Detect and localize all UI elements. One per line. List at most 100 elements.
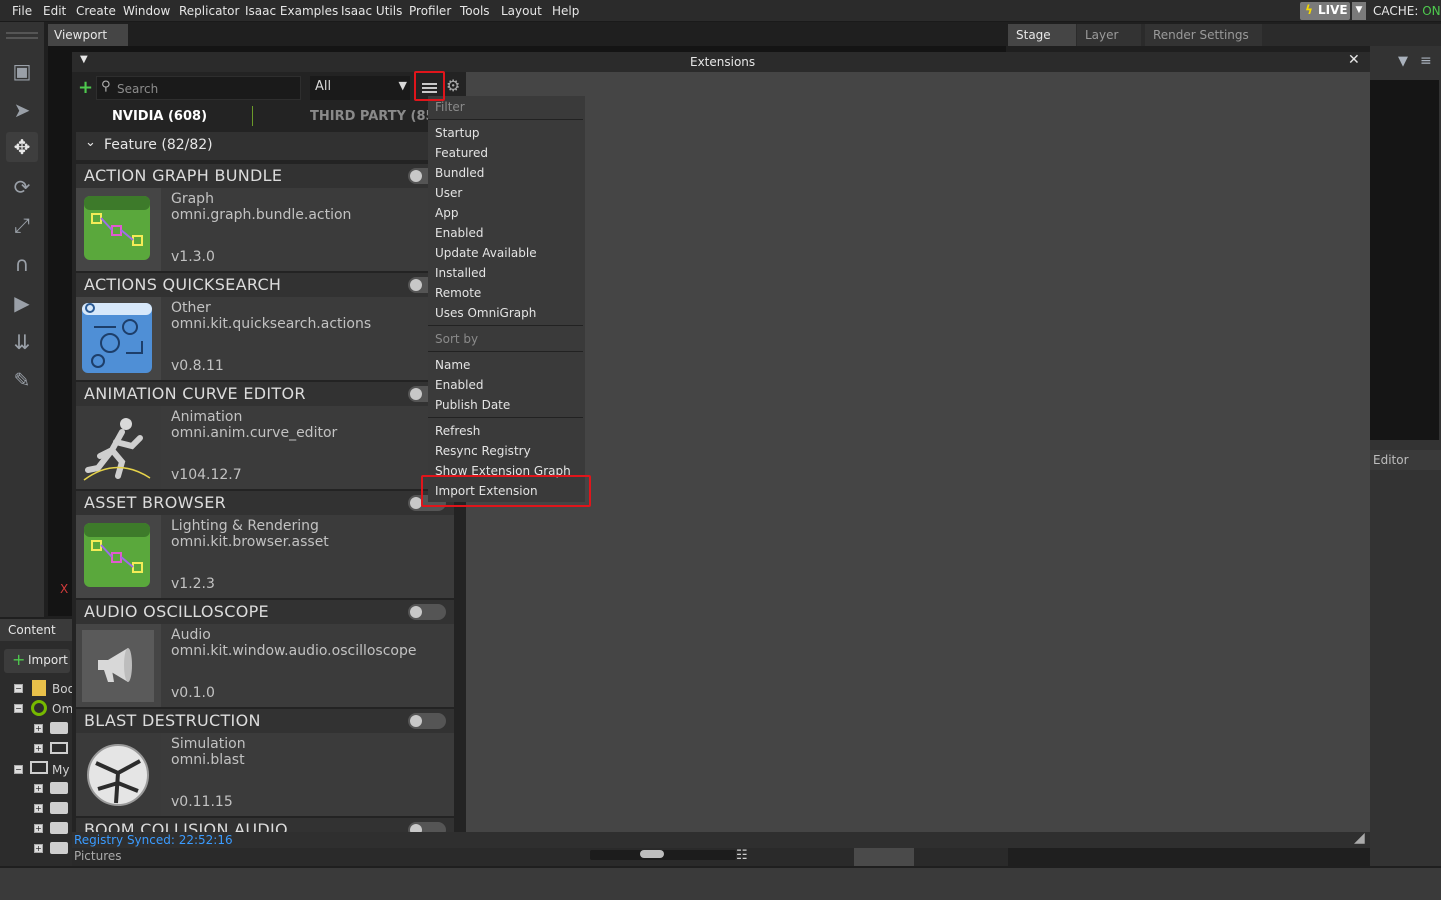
- resize-grip-icon[interactable]: ◢: [1354, 830, 1365, 846]
- scale-icon[interactable]: ⤢: [6, 210, 38, 240]
- collapse-toggle[interactable]: −: [14, 684, 23, 693]
- extension-card-boom-collision-audio[interactable]: BOOM COLLISION AUDIO: [76, 818, 454, 832]
- extension-card-blast-destruction[interactable]: BLAST DESTRUCTION Simulation omni.blast …: [76, 709, 454, 816]
- tab-nvidia[interactable]: NVIDIA (608): [112, 109, 207, 124]
- extension-card-animation-curve-editor[interactable]: ANIMATION CURVE EDITOR Animation omni.an…: [76, 382, 454, 489]
- feature-section-header[interactable]: ⌄ Feature (82/82): [76, 132, 466, 160]
- extension-version: v1.3.0: [171, 249, 215, 265]
- move-icon[interactable]: ✥: [6, 132, 38, 162]
- expand-toggle[interactable]: +: [34, 844, 43, 853]
- add-extension-button[interactable]: +: [78, 77, 93, 98]
- close-icon[interactable]: ✕: [1348, 52, 1360, 68]
- expand-toggle[interactable]: +: [34, 724, 43, 733]
- enable-toggle[interactable]: [408, 822, 446, 832]
- filter-select[interactable]: All ▼: [310, 76, 410, 100]
- import-label: Import: [28, 653, 68, 667]
- menu-window[interactable]: Window: [123, 4, 170, 18]
- menu-profiler[interactable]: Profiler: [409, 4, 451, 18]
- menu-edit[interactable]: Edit: [43, 4, 66, 18]
- select-mode-icon[interactable]: ▣: [6, 56, 38, 86]
- extension-package: omni.blast: [171, 752, 245, 768]
- expand-toggle[interactable]: +: [34, 824, 43, 833]
- select-arrow-icon[interactable]: ➤: [6, 95, 38, 125]
- menu-isaac-examples[interactable]: Isaac Examples: [245, 4, 338, 18]
- paint-brush-icon[interactable]: ✎: [6, 365, 38, 395]
- bookmark-icon: [32, 680, 46, 696]
- menu-item-refresh[interactable]: Refresh: [435, 424, 480, 438]
- search-input[interactable]: ⚲ Search: [96, 76, 301, 100]
- drive-icon: [50, 842, 68, 854]
- menu-item-update-available[interactable]: Update Available: [435, 246, 537, 260]
- hamburger-menu-icon[interactable]: ≡: [1420, 53, 1432, 69]
- menu-item-sort-name[interactable]: Name: [435, 358, 470, 372]
- expand-toggle[interactable]: +: [34, 804, 43, 813]
- menu-item-uses-omnigraph[interactable]: Uses OmniGraph: [435, 306, 536, 320]
- extension-card-audio-oscilloscope[interactable]: AUDIO OSCILLOSCOPE Audio omni.kit.window…: [76, 600, 454, 707]
- filter-select-value: All: [315, 79, 332, 94]
- tree-item-pictures[interactable]: Pictures: [74, 849, 122, 863]
- tab-render-settings[interactable]: Render Settings: [1145, 24, 1262, 46]
- menu-help[interactable]: Help: [552, 4, 579, 18]
- tab-content[interactable]: Content: [0, 619, 72, 641]
- extension-card-asset-browser[interactable]: ASSET BROWSER Lighting & Rendering omni.…: [76, 491, 454, 598]
- extension-package: omni.kit.quicksearch.actions: [171, 316, 372, 332]
- tab-layer[interactable]: Layer: [1077, 24, 1141, 46]
- menu-item-resync-registry[interactable]: Resync Registry: [435, 444, 531, 458]
- extension-card-actions-quicksearch[interactable]: ACTIONS QUICKSEARCH Other omni.kit.quick…: [76, 273, 454, 380]
- extension-name: ACTIONS QUICKSEARCH: [76, 273, 454, 297]
- expand-toggle[interactable]: +: [34, 744, 43, 753]
- menu-create[interactable]: Create: [76, 4, 116, 18]
- menu-tools[interactable]: Tools: [460, 4, 490, 18]
- menu-bar: File Edit Create Window Replicator Isaac…: [0, 0, 1441, 22]
- menu-item-enabled[interactable]: Enabled: [435, 226, 484, 240]
- collapse-toggle[interactable]: −: [14, 765, 23, 774]
- cache-status[interactable]: CACHE: ON: [1373, 4, 1441, 18]
- import-button[interactable]: + Import: [4, 649, 70, 673]
- search-icon: ⚲: [101, 79, 111, 94]
- enable-toggle[interactable]: [408, 713, 446, 729]
- collapse-toggle[interactable]: −: [14, 704, 23, 713]
- tree-item-my-computer[interactable]: My: [52, 763, 69, 777]
- grid-view-icon[interactable]: ☷: [736, 848, 748, 863]
- menu-item-startup[interactable]: Startup: [435, 126, 480, 140]
- slider-handle[interactable]: [640, 850, 664, 858]
- menu-item-sort-publish-date[interactable]: Publish Date: [435, 398, 510, 412]
- editor-tab[interactable]: Editor: [1370, 450, 1441, 470]
- menu-item-user[interactable]: User: [435, 186, 462, 200]
- extension-card-action-graph-bundle[interactable]: ACTION GRAPH BUNDLE Graph omni.graph.bun…: [76, 164, 454, 271]
- extension-name: BLAST DESTRUCTION: [76, 709, 454, 733]
- tab-viewport[interactable]: Viewport: [48, 24, 128, 46]
- menu-item-installed[interactable]: Installed: [435, 266, 486, 280]
- gear-icon[interactable]: ⚙: [446, 76, 460, 95]
- play-icon[interactable]: ▶: [6, 288, 38, 318]
- tab-third-party[interactable]: THIRD PARTY (85): [310, 109, 441, 124]
- menu-item-sort-enabled[interactable]: Enabled: [435, 378, 484, 392]
- menu-item-remote[interactable]: Remote: [435, 286, 481, 300]
- tab-stage[interactable]: Stage: [1008, 24, 1076, 46]
- physics-drop-icon[interactable]: ⇊: [6, 327, 38, 357]
- extension-package: omni.graph.bundle.action: [171, 207, 352, 223]
- toggle-knob: [410, 824, 422, 832]
- menu-layout[interactable]: Layout: [501, 4, 542, 18]
- window-menu-triangle-icon[interactable]: ▼: [80, 54, 88, 65]
- menu-isaac-utils[interactable]: Isaac Utils: [341, 4, 402, 18]
- extension-package: omni.kit.browser.asset: [171, 534, 329, 550]
- menu-item-bundled[interactable]: Bundled: [435, 166, 484, 180]
- graph-icon: [76, 188, 161, 271]
- tree-item-omniverse[interactable]: Om: [52, 702, 73, 716]
- stage-tree-area: [1370, 80, 1439, 440]
- menu-replicator[interactable]: Replicator: [179, 4, 239, 18]
- live-button[interactable]: ϟ LIVE: [1300, 2, 1350, 20]
- runner-icon: [76, 406, 161, 489]
- filter-icon[interactable]: ▼: [1398, 54, 1408, 69]
- enable-toggle[interactable]: [408, 604, 446, 620]
- menu-item-app[interactable]: App: [435, 206, 458, 220]
- expand-toggle[interactable]: +: [34, 784, 43, 793]
- menu-item-featured[interactable]: Featured: [435, 146, 488, 160]
- preview-scroll-bar[interactable]: [854, 848, 914, 866]
- extension-list-panel: + ⚲ Search All ▼ ⚙ NVIDIA (608) THIRD PART…: [72, 72, 466, 832]
- snap-magnet-icon[interactable]: ∩: [6, 249, 38, 279]
- live-dropdown-button[interactable]: ▼: [1352, 2, 1366, 20]
- rotate-icon[interactable]: ⟳: [6, 172, 38, 202]
- menu-file[interactable]: File: [12, 4, 32, 18]
